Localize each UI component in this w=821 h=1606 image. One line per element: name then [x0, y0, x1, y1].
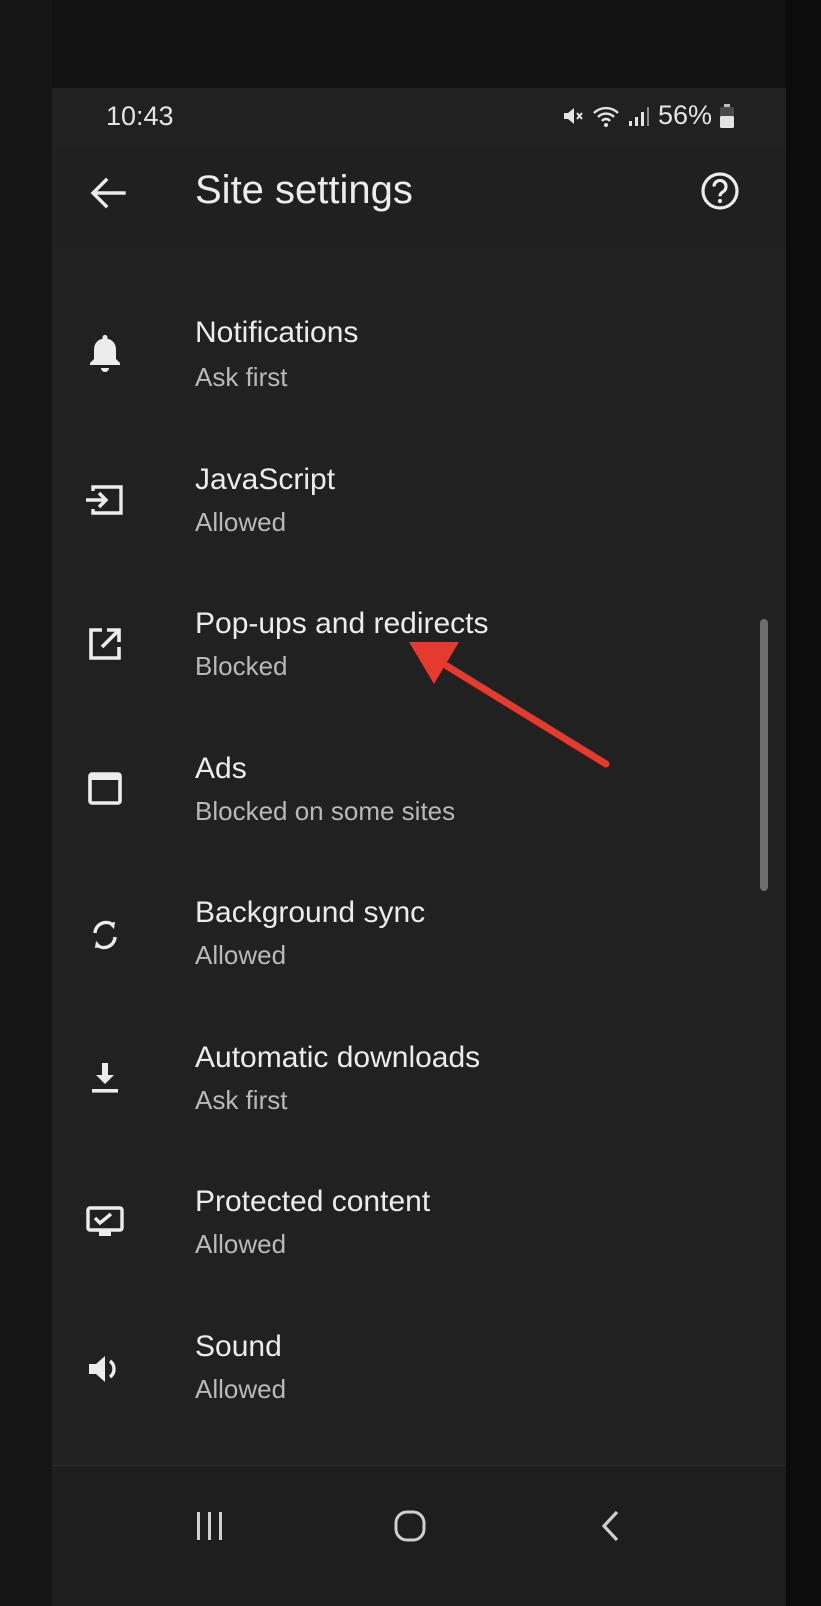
signal-icon [628, 106, 649, 126]
setting-item-notifications[interactable]: Notifications Ask first [52, 248, 786, 393]
setting-title: Automatic downloads [195, 1040, 481, 1074]
download-icon [92, 1062, 118, 1093]
setting-subtitle: Allowed [195, 1373, 287, 1404]
back-arrow-icon[interactable] [86, 171, 130, 215]
status-time: 10:43 [106, 101, 174, 131]
setting-subtitle: Allowed [195, 940, 287, 970]
wifi-icon [593, 106, 619, 127]
setting-item-javascript[interactable]: JavaScript Allowed [52, 393, 786, 538]
setting-item-ads[interactable]: Ads Blocked on some sites [52, 682, 786, 827]
setting-title: Ads [195, 751, 247, 785]
open-in-new-icon [89, 628, 121, 660]
javascript-icon [86, 484, 123, 515]
bell-icon [90, 335, 120, 372]
setting-item-sound[interactable]: Sound Allowed [52, 1260, 786, 1405]
scrollbar[interactable] [760, 619, 768, 891]
protected-content-icon [86, 1206, 124, 1236]
setting-subtitle: Ask first [195, 1084, 288, 1115]
outer-right-frame [786, 0, 821, 1606]
setting-item-automatic-downloads[interactable]: Automatic downloads Ask first [52, 971, 786, 1116]
status-bar: 10:43 56% [52, 88, 786, 148]
battery-percent: 56% [657, 100, 712, 130]
system-nav-bar [52, 1465, 786, 1606]
battery-icon [720, 103, 734, 128]
setting-title: JavaScript [195, 462, 336, 496]
setting-item-protected-content[interactable]: Protected content Allowed [52, 1115, 786, 1260]
setting-title: Background sync [195, 896, 426, 929]
setting-subtitle: Blocked [195, 651, 288, 681]
sync-icon [93, 920, 117, 950]
window-icon [88, 771, 122, 805]
setting-title: Notifications [195, 316, 359, 349]
home-icon[interactable] [380, 1496, 440, 1556]
setting-title: Protected content [195, 1185, 431, 1218]
setting-subtitle: Blocked on some sites [195, 795, 456, 826]
volume-icon [89, 1355, 116, 1382]
setting-item-background-sync[interactable]: Background sync Allowed [52, 826, 786, 971]
setting-subtitle: Ask first [195, 362, 288, 392]
help-icon[interactable] [698, 169, 742, 213]
outer-left-frame [0, 0, 52, 1606]
recent-apps-icon[interactable] [180, 1496, 240, 1556]
mute-icon [563, 107, 583, 124]
setting-item-popups[interactable]: Pop-ups and redirects Blocked [52, 537, 786, 682]
page-title: Site settings [195, 168, 413, 212]
setting-subtitle: Allowed [195, 1229, 287, 1259]
nav-back-icon[interactable] [582, 1496, 642, 1556]
app-bar: Site settings [52, 148, 786, 248]
settings-list: Notifications Ask first JavaScript Allow… [52, 248, 786, 1404]
phone-screen: 10:43 56% Site settings Notifications As… [52, 88, 786, 1606]
status-icons: 56% [562, 100, 734, 131]
setting-title: Sound [195, 1329, 282, 1363]
setting-title: Pop-ups and redirects [195, 607, 489, 640]
setting-subtitle: Allowed [195, 506, 287, 537]
outer-top-frame [0, 0, 821, 88]
